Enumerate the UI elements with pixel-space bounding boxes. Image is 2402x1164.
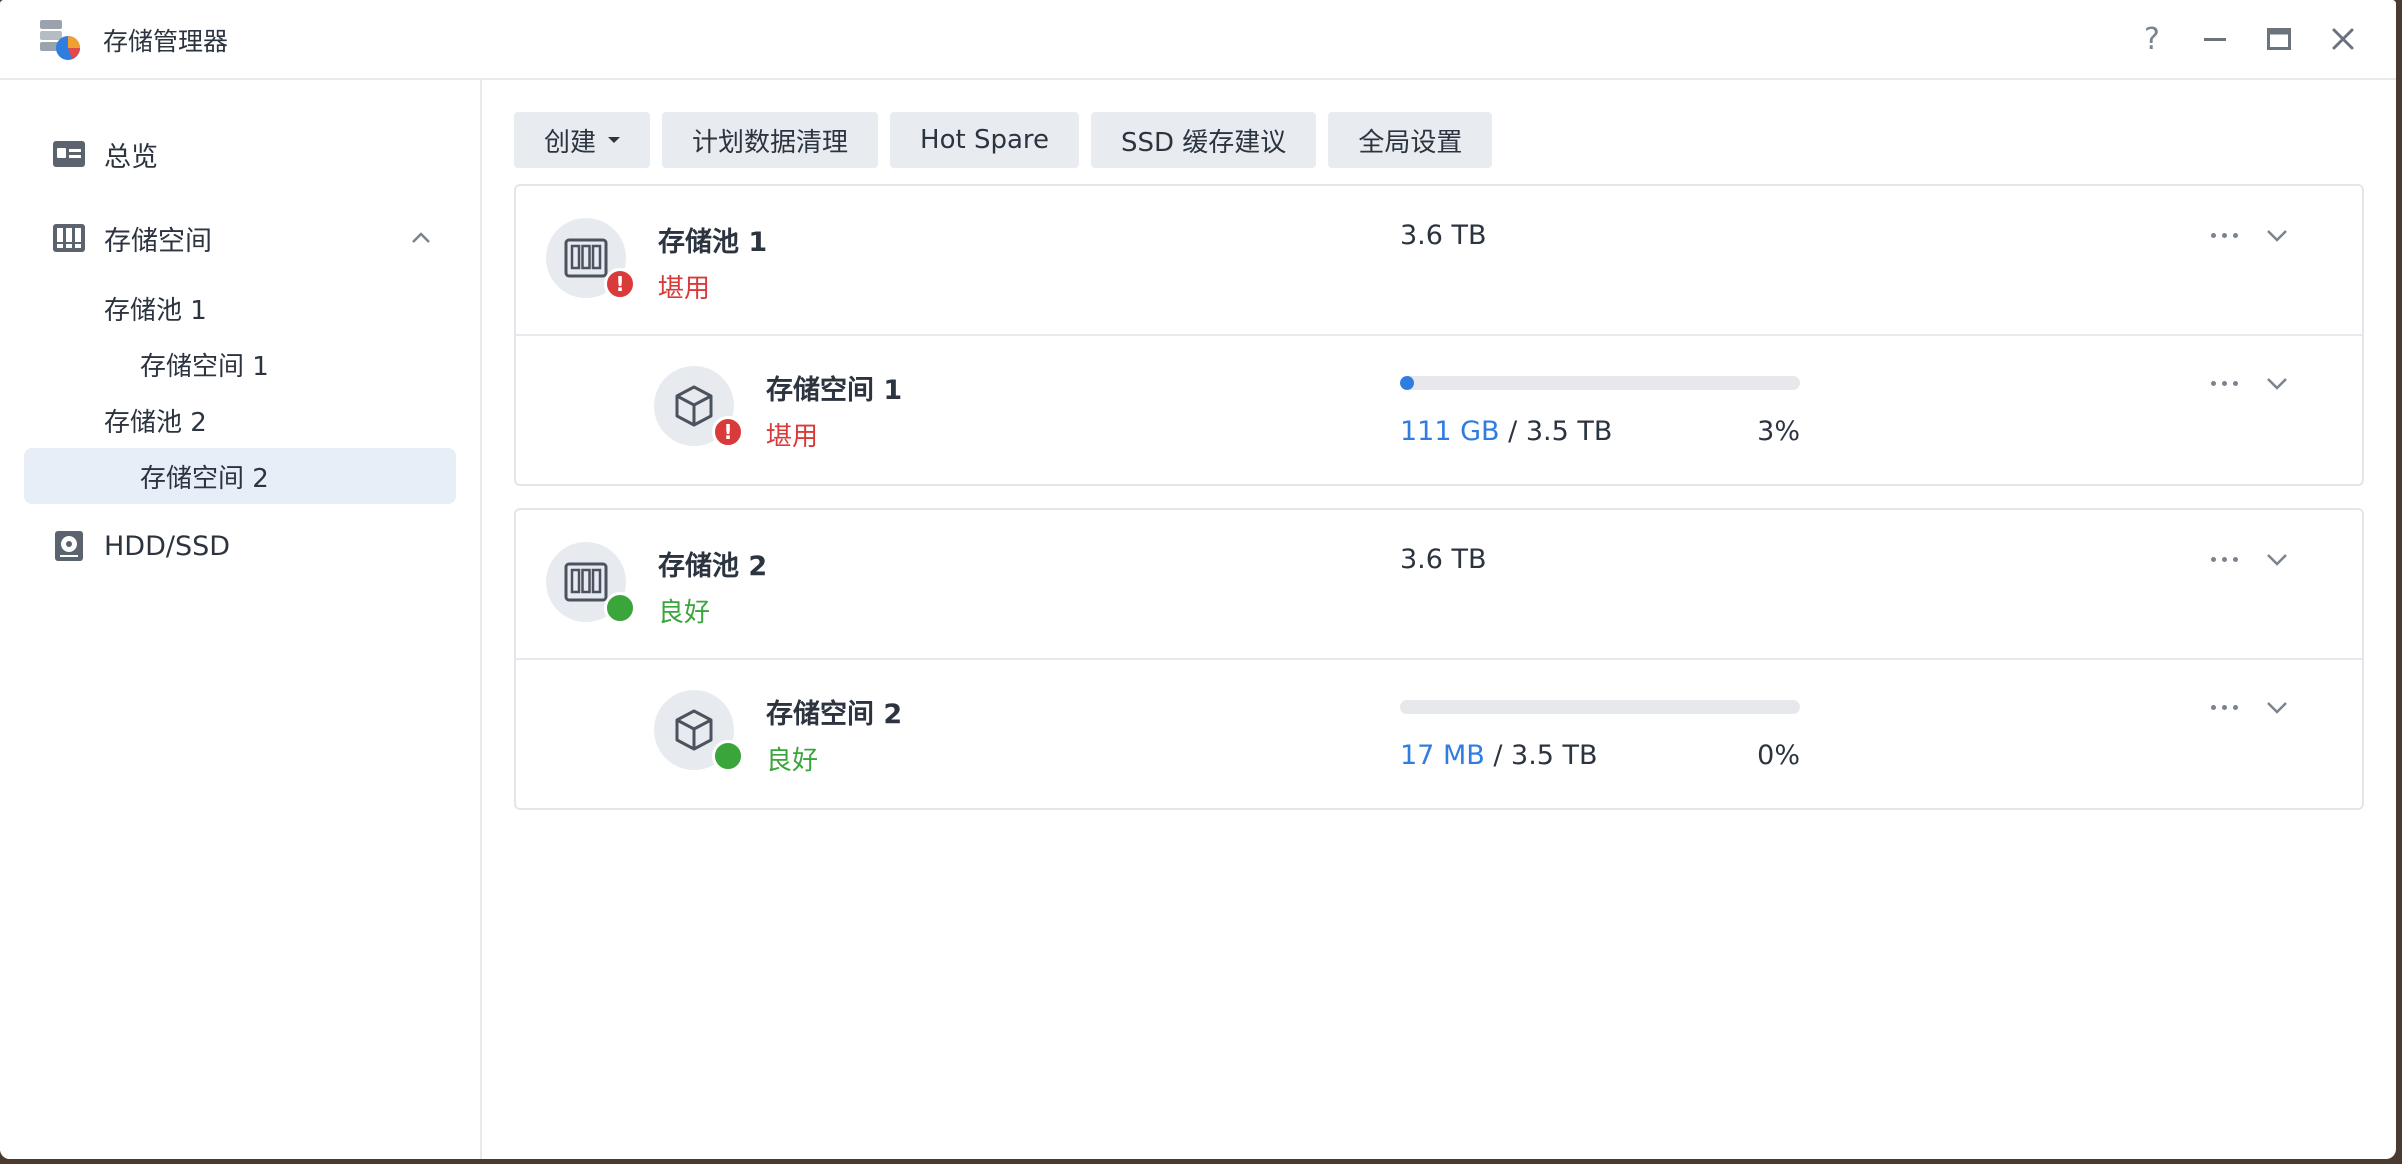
pool-row[interactable]: ! 存储池 1 堪用 3.6 TB (516, 186, 2362, 334)
create-label: 创建 (544, 127, 597, 158)
sidebar-item-pool-1[interactable]: 存储池 1 (24, 280, 456, 336)
sidebar-item-storage[interactable]: 存储空间 (24, 210, 456, 266)
pool-capacity: 3.6 TB (1400, 544, 1487, 575)
chevron-down-icon[interactable] (2262, 368, 2292, 398)
sidebar-item-hdd-ssd[interactable]: HDD/SSD (24, 518, 456, 574)
data-scrubbing-button[interactable]: 计划数据清理 (662, 112, 879, 168)
volume-name: 存储空间 1 (766, 375, 903, 406)
close-button[interactable] (2324, 20, 2362, 58)
pool-row[interactable]: 存储池 2 良好 3.6 TB (516, 510, 2362, 658)
total-space: 3.5 TB (1525, 416, 1613, 447)
storage-icon (53, 224, 85, 252)
volume-row[interactable]: ! 存储空间 1 堪用 111 GB / 3.5 TB 3% (516, 334, 2362, 484)
usage-text: 111 GB / 3.5 TB (1400, 416, 1612, 447)
disk-icon (55, 531, 83, 561)
global-settings-button[interactable]: 全局设置 (1328, 112, 1493, 168)
more-options-icon[interactable] (2204, 368, 2244, 398)
usage-percent: 3% (1757, 416, 1800, 447)
usage-text: 17 MB / 3.5 TB (1400, 740, 1598, 771)
window-title: 存储管理器 (103, 27, 229, 56)
volume-name: 存储空间 2 (766, 699, 903, 730)
sidebar-item-label: 存储池 2 (104, 407, 207, 438)
minimize-icon (2204, 38, 2226, 41)
more-options-icon[interactable] (2204, 544, 2244, 574)
sidebar: 总览 存储空间 存储池 1 存储空间 1 存储池 2 存储空间 2 HDD/SS… (0, 80, 482, 1159)
create-button[interactable]: 创建 (514, 112, 651, 168)
maximize-icon (2267, 28, 2291, 50)
sidebar-item-label: 存储空间 1 (140, 351, 269, 382)
more-options-icon[interactable] (2204, 220, 2244, 250)
sidebar-item-volume-2[interactable]: 存储空间 2 (24, 448, 456, 504)
main-panel: 创建 计划数据清理 Hot Spare SSD 缓存建议 全局设置 ! 存储池 … (482, 80, 2396, 1159)
sidebar-item-pool-2[interactable]: 存储池 2 (24, 392, 456, 448)
chevron-down-icon[interactable] (2262, 692, 2292, 722)
volume-status: 良好 (766, 746, 819, 776)
more-options-icon[interactable] (2204, 692, 2244, 722)
pool-status: 良好 (658, 598, 711, 628)
sidebar-item-label: 总览 (104, 141, 158, 173)
used-space: 111 GB (1400, 416, 1500, 447)
sidebar-item-label: 存储池 1 (104, 295, 207, 326)
data-scrubbing-label: 计划数据清理 (692, 127, 849, 158)
usage-bar (1400, 376, 1800, 390)
sidebar-item-overview[interactable]: 总览 (24, 126, 456, 182)
chevron-down-icon[interactable] (2262, 544, 2292, 574)
storage-manager-app-icon (40, 20, 80, 60)
sidebar-item-label: HDD/SSD (104, 530, 231, 562)
pool-status: 堪用 (658, 274, 711, 304)
sidebar-item-label: 存储空间 (104, 225, 212, 257)
ssd-cache-advisor-button[interactable]: SSD 缓存建议 (1091, 112, 1317, 168)
overview-icon (53, 141, 85, 167)
usage-separator: / (1484, 740, 1512, 771)
check-badge-icon (712, 740, 748, 775)
storage-pool-icon: ! (546, 218, 636, 300)
check-badge-icon (604, 592, 640, 627)
volume-icon (654, 690, 748, 775)
usage-bar-fill (1400, 376, 1414, 390)
warning-badge-icon: ! (712, 416, 744, 448)
pool-capacity: 3.6 TB (1400, 220, 1487, 251)
maximize-button[interactable] (2260, 20, 2298, 58)
global-settings-label: 全局设置 (1358, 127, 1463, 158)
usage-percent: 0% (1757, 740, 1800, 771)
close-icon (2332, 28, 2354, 50)
help-icon: ? (2144, 21, 2160, 57)
usage-bar (1400, 700, 1800, 714)
pool-card: 存储池 2 良好 3.6 TB 存储空间 2 良好 17 MB / 3.5 TB… (514, 508, 2364, 810)
title-bar: 存储管理器 ? (0, 0, 2396, 80)
pool-name: 存储池 2 (658, 551, 768, 582)
pool-name: 存储池 1 (658, 227, 768, 258)
hot-spare-button[interactable]: Hot Spare (890, 112, 1080, 168)
caret-down-icon (608, 137, 621, 143)
usage-separator: / (1499, 416, 1526, 447)
volume-status: 堪用 (766, 422, 819, 452)
storage-manager-window: 存储管理器 ? 总览 存储空间 存储池 1 存储空间 1 存储池 2 存储空间 … (0, 0, 2396, 1159)
pool-card: ! 存储池 1 堪用 3.6 TB ! 存储空间 1 堪用 111 GB / 3… (514, 184, 2364, 486)
total-space: 3.5 TB (1511, 740, 1598, 771)
chevron-down-icon[interactable] (2262, 220, 2292, 250)
toolbar: 创建 计划数据清理 Hot Spare SSD 缓存建议 全局设置 (514, 112, 1493, 168)
minimize-button[interactable] (2196, 20, 2234, 58)
chevron-up-icon[interactable] (410, 228, 432, 248)
ssd-cache-label: SSD 缓存建议 (1121, 127, 1287, 158)
storage-pool-icon (546, 542, 640, 627)
sidebar-item-label: 存储空间 2 (140, 463, 269, 494)
help-button[interactable]: ? (2133, 20, 2171, 58)
used-space: 17 MB (1400, 740, 1485, 771)
volume-row[interactable]: 存储空间 2 良好 17 MB / 3.5 TB 0% (516, 658, 2362, 808)
warning-badge-icon: ! (604, 268, 636, 300)
hot-spare-label: Hot Spare (920, 125, 1050, 155)
volume-icon: ! (654, 366, 744, 448)
sidebar-item-volume-1[interactable]: 存储空间 1 (24, 336, 456, 392)
